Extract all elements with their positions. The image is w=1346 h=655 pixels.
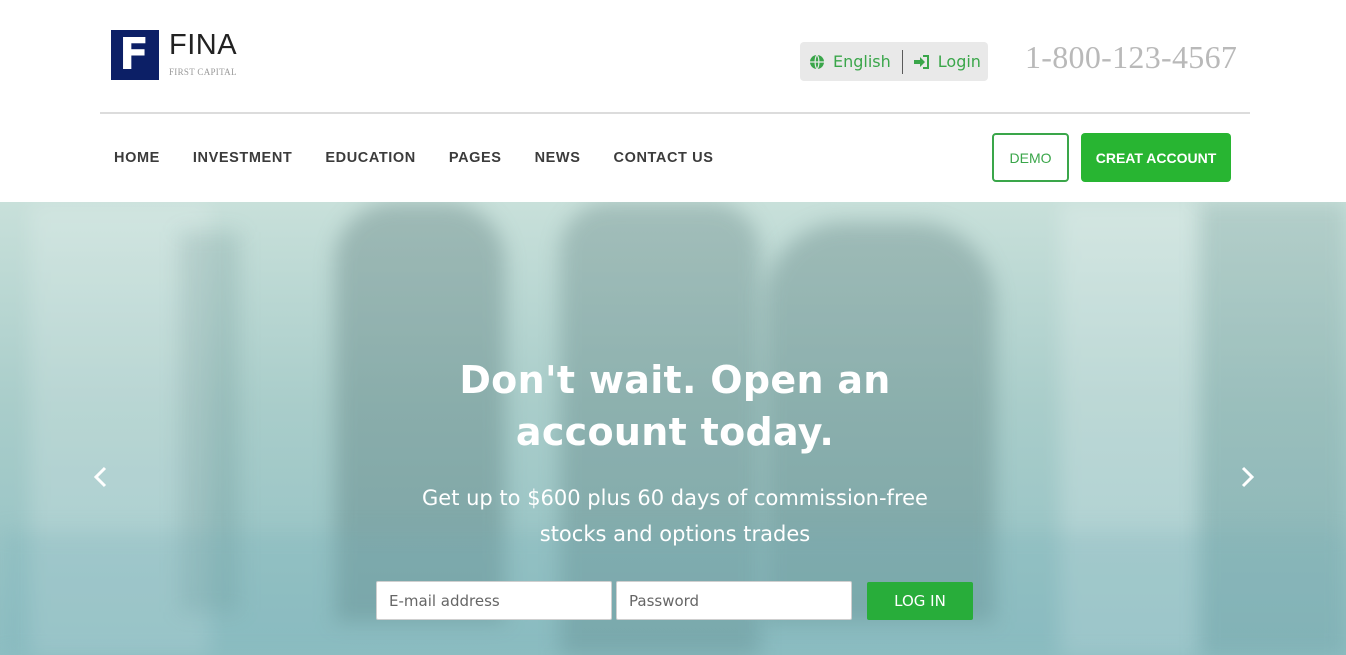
nav-home[interactable]: HOME	[114, 150, 160, 166]
main-nav: HOME INVESTMENT EDUCATION PAGES NEWS CON…	[114, 150, 746, 166]
brand-name: FINA	[169, 29, 238, 61]
hero-subtitle: Get up to $600 plus 60 days of commissio…	[422, 486, 928, 546]
password-field[interactable]	[616, 581, 852, 620]
nav-investment[interactable]: INVESTMENT	[193, 150, 292, 166]
phone-number: 1-800-123-4567	[1025, 39, 1238, 75]
brand-tagline: FIRST CAPITAL	[169, 67, 237, 77]
logo-letter: F	[119, 29, 150, 80]
chevron-right-icon[interactable]	[1238, 466, 1256, 488]
logo-text: FINA FIRST CAPITAL	[169, 30, 237, 77]
hero-title: Don't wait. Open an account today.	[459, 358, 891, 454]
nav-pages[interactable]: PAGES	[449, 150, 502, 166]
chevron-left-icon[interactable]	[92, 466, 110, 488]
login-link[interactable]: Login	[903, 52, 981, 71]
login-button[interactable]: LOG IN	[867, 582, 973, 620]
nav-education[interactable]: EDUCATION	[325, 150, 416, 166]
demo-button[interactable]: DEMO	[992, 133, 1069, 182]
login-label: Login	[937, 52, 981, 71]
language-selector[interactable]: English	[800, 52, 891, 71]
language-label: English	[833, 52, 891, 71]
sign-in-icon	[913, 54, 929, 69]
hero-slider: Don't wait. Open an account today. Get u…	[0, 202, 1346, 655]
top-utility-bar: English Login	[800, 42, 988, 81]
nav-contact-us[interactable]: CONTACT US	[614, 150, 714, 166]
nav-news[interactable]: NEWS	[535, 150, 581, 166]
logo[interactable]: F FINA FIRST CAPITAL	[111, 30, 237, 80]
create-account-button[interactable]: CREAT ACCOUNT	[1081, 133, 1231, 182]
logo-mark: F	[111, 30, 159, 80]
header-divider	[100, 112, 1250, 114]
email-field[interactable]	[376, 581, 612, 620]
globe-icon	[810, 54, 824, 69]
